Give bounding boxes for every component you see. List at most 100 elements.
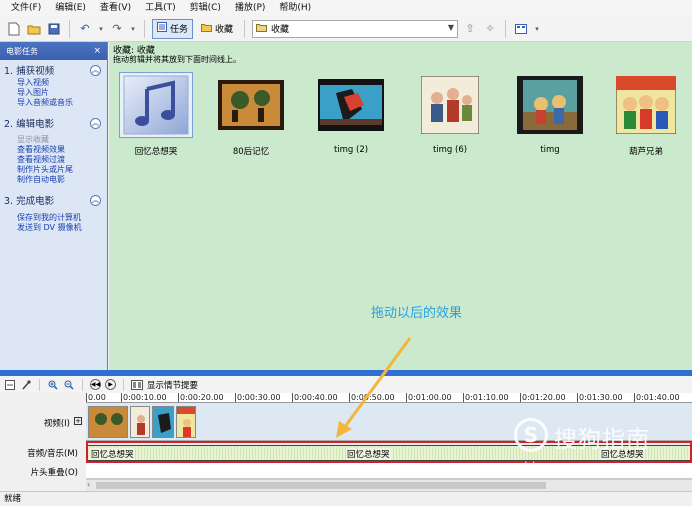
tasks-label: 任务 [170,25,189,35]
video-thumbnail-image [616,76,676,134]
toolbar-separator [123,378,124,391]
video-thumbnail-image [218,80,284,130]
video-track-label: 视频(I) [43,419,70,429]
watermark-url: zhinan.sogou.com [518,460,628,474]
open-folder-icon[interactable] [26,21,42,37]
undo-dropdown-icon[interactable]: ▾ [97,21,105,37]
narrate-microphone-icon[interactable] [20,379,32,391]
task-import-pictures[interactable]: 导入图片 [0,88,107,98]
movie-tasks-pane: 电影任务 × 1. 捕获视频 ︽ 导入视频 导入图片 导入音频或音乐 2. 编辑… [0,42,108,370]
toolbar-separator [82,378,83,391]
close-icon[interactable]: × [93,46,101,56]
section-title: 2. 编辑电影 [4,119,55,130]
tasks-toggle-button[interactable]: 任务 [152,18,194,39]
task-save-to-computer[interactable]: 保存到我的计算机 [0,213,107,223]
menu-clip[interactable]: 剪辑(C) [183,0,228,16]
up-level-icon[interactable]: ⇧ [462,21,478,37]
section-title: 3. 完成电影 [4,196,55,207]
ruler-tick: 0:01:20.00 [520,393,566,402]
task-make-titles[interactable]: 制作片头或片尾 [0,165,107,175]
scroll-left-icon[interactable]: ‹ [87,480,90,489]
task-view-effects[interactable]: 查看视频效果 [0,145,107,155]
section-edit[interactable]: 2. 编辑电影 ︽ [0,113,107,131]
section-finish[interactable]: 3. 完成电影 ︽ [0,190,107,208]
ruler-tick: 0:01:10.00 [463,393,509,402]
redo-icon[interactable]: ↷ [109,21,125,37]
collection-select[interactable]: 收藏 ▼ [252,19,459,38]
scrollbar-thumb[interactable] [96,482,546,489]
task-import-video[interactable]: 导入视频 [0,78,107,88]
video-thumbnail-image [318,79,384,131]
timeline-video-clip[interactable] [176,406,196,438]
expand-track-icon[interactable]: + [74,417,82,425]
zoom-in-icon[interactable] [47,379,59,391]
clip-name: 80后记忆 [232,147,270,157]
timeline-ruler[interactable]: 0.00 0:00:10.00 0:00:20.00 0:00:30.00 0:… [86,393,692,403]
collection-folder-icon [256,23,268,35]
timeline-settings-icon[interactable] [4,379,16,391]
save-icon[interactable] [46,21,62,37]
undo-icon[interactable]: ↶ [77,21,93,37]
menu-file[interactable]: 文件(F) [4,0,48,16]
clip-item[interactable]: 葫芦兄弟 [607,72,685,157]
clip-item[interactable]: timg (6) [411,72,489,155]
clip-thumbnail [413,72,487,138]
collections-toggle-button[interactable]: 收藏 [197,19,237,39]
clip-item[interactable]: 80后记忆 [212,72,290,157]
timeline-video-clip[interactable] [152,406,174,438]
clip-item[interactable]: 回忆总想哭 [117,72,195,157]
toolbar-separator [505,19,507,38]
clip-name: 葫芦兄弟 [628,147,663,157]
clip-name: timg (6) [432,145,468,155]
timeline-toolbar: ◀◀ ▶ 显示情节提要 [0,376,692,393]
timeline-video-clip[interactable] [88,406,128,438]
overlay-track-label: 片头重叠(O) [30,468,78,478]
task-automovie[interactable]: 制作自动电影 [0,175,107,185]
chevron-up-icon[interactable]: ︽ [90,194,101,206]
clip-thumbnail [609,72,683,138]
redo-dropdown-icon[interactable]: ▾ [129,21,137,37]
collections-label: 收藏 [215,25,234,35]
new-collection-icon[interactable]: ✧ [482,21,498,37]
new-file-icon[interactable] [6,21,22,37]
chevron-up-icon[interactable]: ︽ [90,64,101,76]
ruler-tick: 0:01:00.00 [406,393,452,402]
clip-item[interactable]: timg [511,72,589,155]
task-view-transitions[interactable]: 查看视频过渡 [0,155,107,165]
rewind-icon[interactable]: ◀◀ [90,379,101,390]
section-capture[interactable]: 1. 捕获视频 ︽ [0,60,107,78]
ruler-tick: 0:01:30.00 [577,393,623,402]
status-bar: 就绪 [0,491,692,506]
menu-edit[interactable]: 编辑(E) [48,0,93,16]
zoom-out-icon[interactable] [63,379,75,391]
collection-select-value: 收藏 [271,25,290,35]
sogou-logo-icon: S [514,418,548,452]
menu-help[interactable]: 帮助(H) [272,0,318,16]
task-import-audio[interactable]: 导入音频或音乐 [0,98,107,108]
menu-view[interactable]: 查看(V) [93,0,138,16]
pane-header: 电影任务 × [0,42,107,60]
timeline-video-clip[interactable] [130,406,150,438]
ruler-tick: 0:00:30.00 [235,393,281,402]
task-send-to-dv[interactable]: 发送到 DV 摄像机 [0,223,107,233]
clip-thumbnail [119,72,193,138]
timeline-scrollbar[interactable]: ‹ [86,479,692,491]
storyboard-icon[interactable] [131,379,143,391]
menu-play[interactable]: 播放(P) [228,0,272,16]
clip-name: timg (2) [333,145,369,155]
audio-track-label: 音频/音乐(M) [27,449,78,459]
clip-item[interactable]: timg (2) [312,72,390,155]
chevron-down-icon: ▼ [447,22,455,32]
ruler-tick: 0:01:40.00 [634,393,680,402]
menu-tools[interactable]: 工具(T) [138,0,183,16]
show-storyboard-button[interactable]: 显示情节提要 [147,379,198,391]
ruler-tick: 0:00:50.00 [349,393,395,402]
play-icon[interactable]: ▶ [105,379,116,390]
view-dropdown-icon[interactable]: ▾ [533,21,541,37]
chevron-up-icon[interactable]: ︽ [90,117,101,129]
watermark-text: 搜狗指南 [554,427,650,453]
ruler-tick: 0:00:10.00 [121,393,167,402]
ruler-tick: 0:00:40.00 [292,393,338,402]
pane-title: 电影任务 [6,46,38,56]
view-mode-icon[interactable] [513,21,529,37]
